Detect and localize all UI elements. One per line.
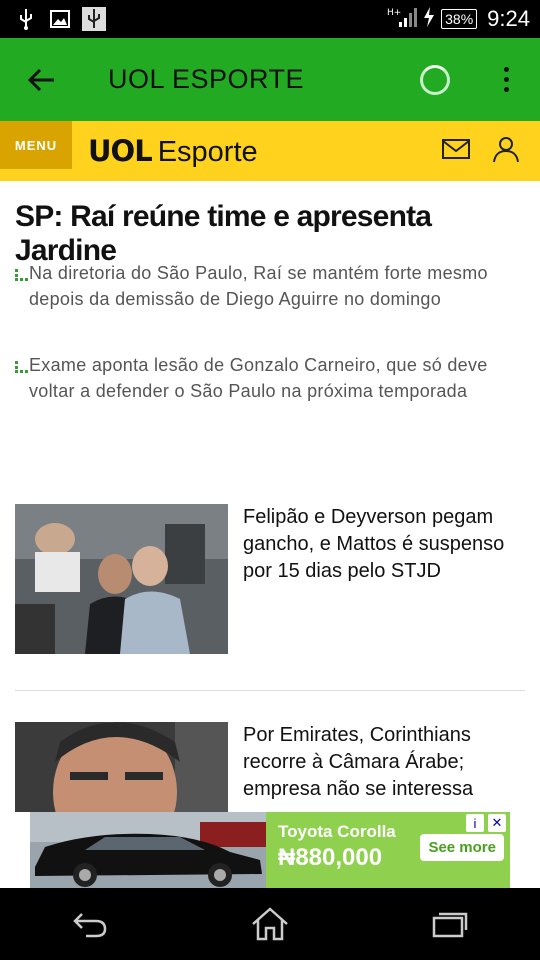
bullet-icon [15,352,29,404]
car-image [30,812,266,888]
charging-bolt-icon [423,6,435,32]
bullet-icon [15,260,29,312]
arrow-left-icon [28,68,54,91]
system-nav-bar [0,888,540,960]
ad-price: ₦880,000 [278,844,383,871]
image-icon [48,7,72,31]
status-bar: H+ 38% 9:24 [0,0,540,38]
battery-indicator: 38% [441,9,478,29]
mail-icon[interactable] [442,138,470,165]
story-title: Felipão e Deyverson pegam gancho, e Matt… [243,506,505,582]
user-icon[interactable] [492,135,520,168]
back-icon[interactable] [60,894,120,954]
logo-main: UOL [88,133,153,168]
back-arrow-button[interactable] [0,38,84,121]
sub-story-item[interactable]: Na diretoria do São Paulo, Raí se mantém… [15,260,515,312]
story-card[interactable]: Felipão e Deyverson pegam gancho, e Matt… [15,504,525,654]
usb-debug-icon [82,7,106,31]
story-thumbnail [15,504,228,654]
hplus-signal-icon: H+ [387,6,418,33]
spinner-icon [420,64,450,95]
sub-story-text: Exame aponta lesão de Gonzalo Carneiro, … [29,355,488,401]
uol-esporte-logo[interactable]: UOL Esporte [88,134,258,169]
ad-info-icon[interactable]: i [466,814,484,832]
usb-icon [14,7,38,31]
brand-bar: MENU UOL Esporte [0,121,540,181]
home-icon[interactable] [240,894,300,954]
sub-story-text: Na diretoria do São Paulo, Raí se mantém… [29,263,488,309]
see-more-button[interactable]: See more [420,834,504,861]
svg-text:H+: H+ [387,8,401,18]
clock: 9:24 [487,6,530,31]
main-headline[interactable]: SP: Raí reúne time e apresenta Jardine [15,200,530,268]
kebab-icon[interactable] [486,67,526,92]
app-title: UOL ESPORTE [108,64,305,94]
app-bar: UOL ESPORTE [0,38,540,121]
menu-button[interactable]: MENU [0,121,72,169]
logo-secondary: Esporte [157,135,258,168]
ad-content[interactable]: Toyota Corolla ₦880,000 See more i ✕ [30,812,510,888]
ad-banner[interactable]: Toyota Corolla ₦880,000 See more i ✕ [0,812,540,888]
divider [15,690,525,691]
recents-icon[interactable] [420,894,480,954]
sub-story-item[interactable]: Exame aponta lesão de Gonzalo Carneiro, … [15,352,515,404]
ad-product: Toyota Corolla [278,822,396,841]
ad-close-icon[interactable]: ✕ [488,814,506,832]
